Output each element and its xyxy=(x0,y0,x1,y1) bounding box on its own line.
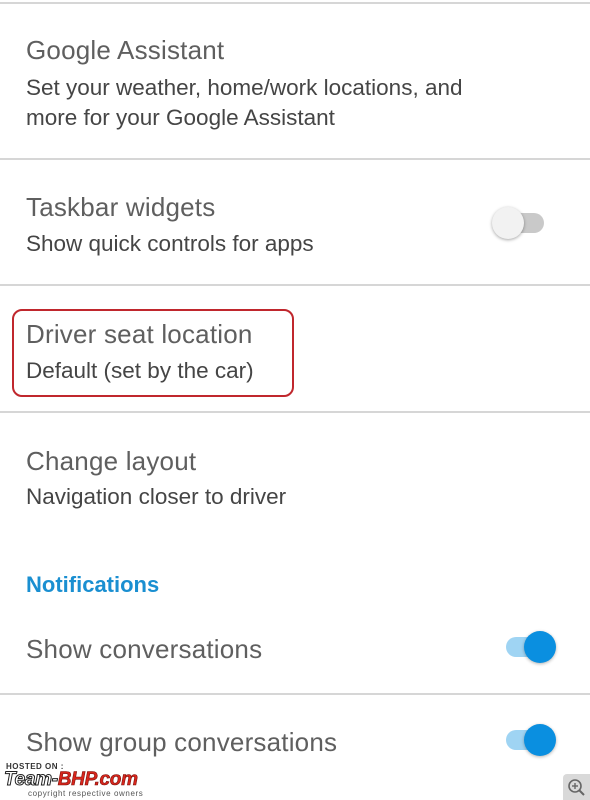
settings-screen: Google Assistant Set your weather, home/… xyxy=(0,0,590,800)
setting-subtitle: more for your Google Assistant xyxy=(26,105,335,130)
setting-subtitle: Set your weather, home/work locations, a… xyxy=(26,75,463,100)
toggle-thumb xyxy=(524,724,556,756)
watermark-copyright: copyright respective owners xyxy=(28,789,144,798)
show-conversations-toggle[interactable] xyxy=(500,627,560,667)
zoom-in-icon xyxy=(568,779,585,796)
watermark-logo-part2: BHP.com xyxy=(57,769,138,791)
show-group-conversations-toggle[interactable] xyxy=(500,720,560,760)
setting-title: Show conversations xyxy=(26,634,263,664)
setting-title: Taskbar widgets xyxy=(26,192,216,222)
setting-title: Change layout xyxy=(26,446,197,476)
setting-subtitle: Navigation closer to driver xyxy=(26,484,287,509)
section-header-notifications: Notifications xyxy=(26,572,160,597)
divider xyxy=(0,284,590,286)
setting-title: Google Assistant xyxy=(26,35,225,65)
watermark-logo: Team-BHP.com xyxy=(4,769,139,791)
setting-title: Show group conversations xyxy=(26,727,338,757)
divider xyxy=(0,2,590,4)
divider xyxy=(0,693,590,695)
setting-subtitle: Show quick controls for apps xyxy=(26,231,314,256)
toggle-thumb xyxy=(492,207,524,239)
divider xyxy=(0,411,590,413)
zoom-button[interactable] xyxy=(563,774,590,800)
divider xyxy=(0,158,590,160)
team-bhp-watermark: HOSTED ON : Team-BHP.com copyright respe… xyxy=(0,760,200,800)
taskbar-widgets-toggle[interactable] xyxy=(492,203,552,243)
toggle-thumb xyxy=(524,631,556,663)
highlight-annotation xyxy=(12,309,294,397)
watermark-logo-part1: Team- xyxy=(4,769,59,791)
